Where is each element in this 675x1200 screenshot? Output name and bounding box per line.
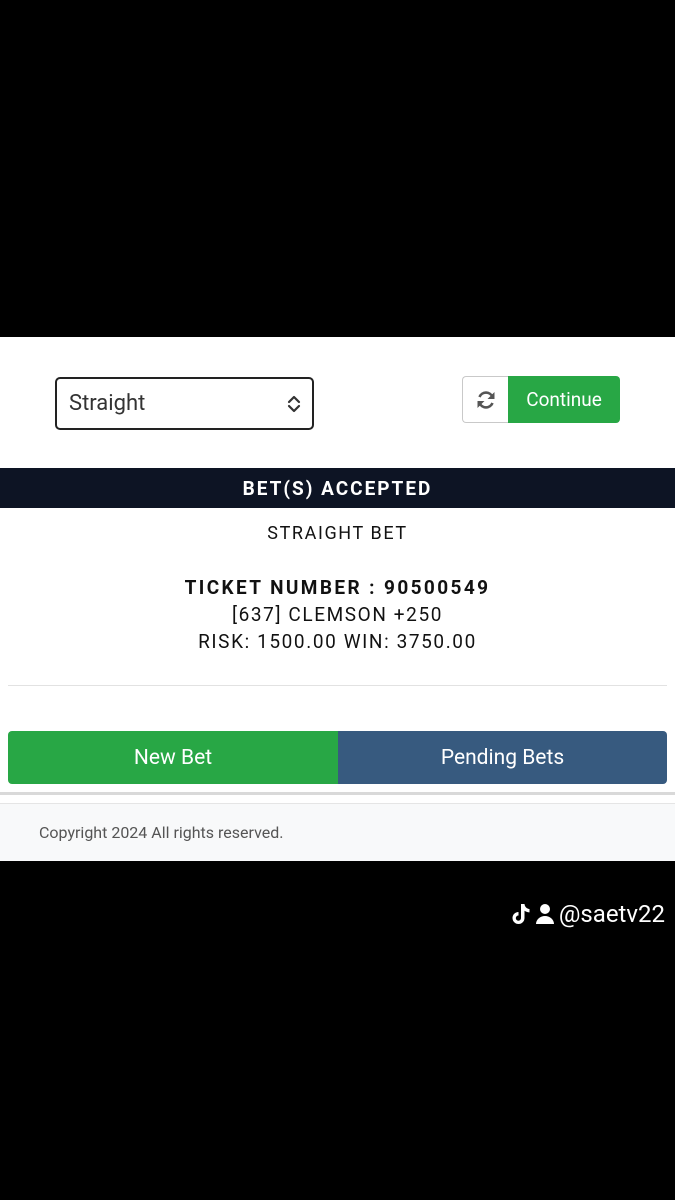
bet-type-select[interactable]: Straight [55,377,314,430]
bet-panel: Straight Continue BET(S) ACCEPTED STRAIG… [0,337,675,861]
refresh-icon [477,390,495,409]
continue-button[interactable]: Continue [508,376,620,423]
new-bet-button[interactable]: New Bet [8,731,338,784]
risk-win-line: RISK: 1500.00 WIN: 3750.00 [198,630,477,653]
footer-rule [0,792,675,795]
top-black-bar [0,0,675,337]
bet-type-label: STRAIGHT BET [267,523,408,544]
refresh-button[interactable] [462,376,509,423]
tiktok-icon [512,904,530,924]
copyright-text: Copyright 2024 All rights reserved. [39,823,284,842]
bet-type-value: Straight [69,391,146,416]
ticket-number: TICKET NUMBER : 90500549 [184,576,491,599]
user-icon [535,904,554,924]
pending-bets-button[interactable]: Pending Bets [338,731,667,784]
divider [8,685,667,686]
select-arrows-icon [287,395,301,413]
bets-accepted-header: BET(S) ACCEPTED [0,468,675,508]
watermark-handle: @saetv22 [558,900,665,928]
selection-line: [637] CLEMSON +250 [231,603,444,626]
footer: Copyright 2024 All rights reserved. [0,803,675,861]
watermark: @saetv22 [509,900,665,928]
